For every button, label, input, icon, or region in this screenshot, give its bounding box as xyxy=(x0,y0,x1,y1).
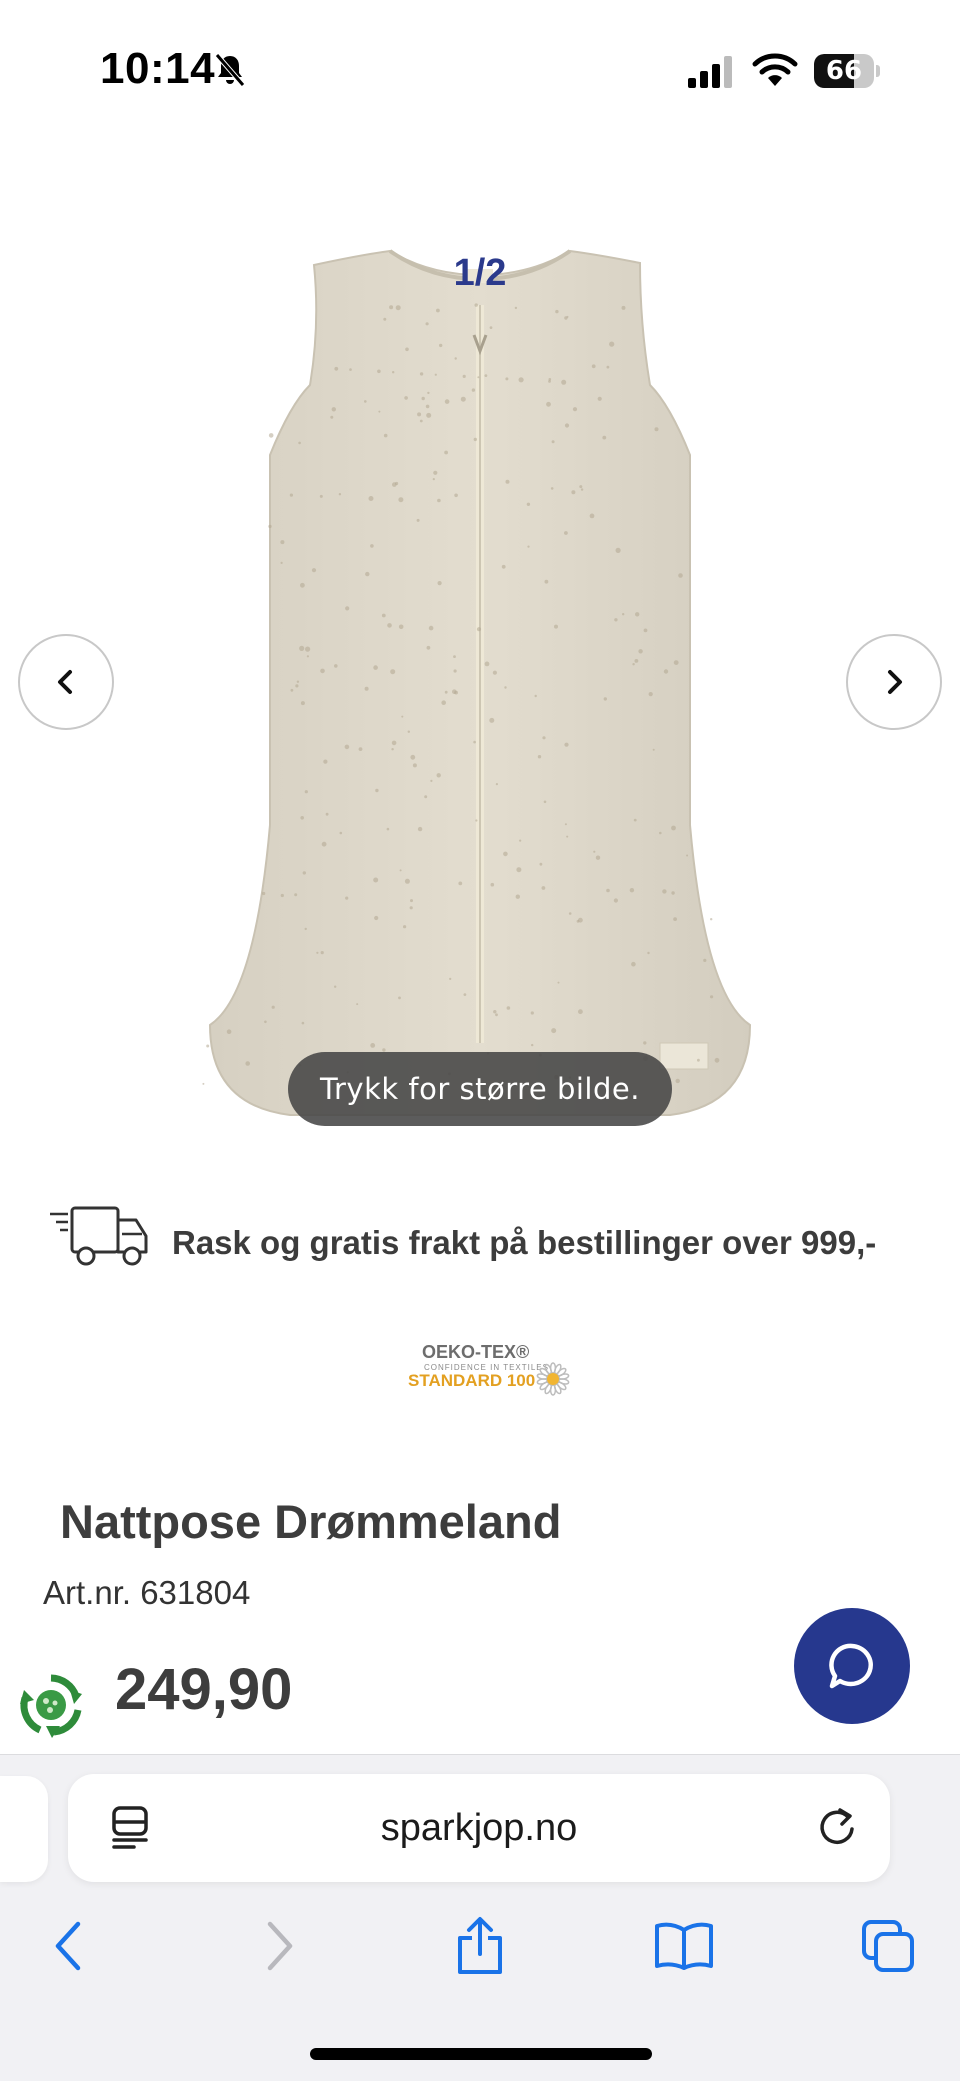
back-icon xyxy=(55,1921,81,1971)
status-time: 10:14 xyxy=(100,44,216,93)
home-indicator xyxy=(310,2048,652,2060)
tabs-button[interactable] xyxy=(856,1914,920,1978)
oeko-tex-standard: STANDARD 100 xyxy=(408,1371,536,1390)
chat-button[interactable] xyxy=(794,1608,910,1724)
back-button[interactable] xyxy=(38,1914,102,1978)
chat-bubble-icon xyxy=(829,1643,873,1689)
forward-button[interactable] xyxy=(246,1914,310,1978)
bookmarks-button[interactable] xyxy=(652,1914,716,1978)
recycle-icon xyxy=(20,1674,82,1738)
chevron-right-icon xyxy=(888,670,902,694)
wifi-icon xyxy=(752,53,798,86)
previous-image-button[interactable] xyxy=(18,634,114,730)
bell-muted-icon xyxy=(215,53,245,87)
bookmarks-icon xyxy=(655,1922,713,1970)
battery-level: 66 xyxy=(825,56,863,86)
article-number: Art.nr. 631804 xyxy=(43,1574,251,1611)
chevron-left-icon xyxy=(58,670,72,694)
image-counter: 1/2 xyxy=(453,252,507,294)
signal-icon xyxy=(688,56,732,88)
status-bar: 10:14 66 xyxy=(0,0,960,140)
reload-icon[interactable] xyxy=(814,1804,860,1850)
shipping-text: Rask og gratis frakt på bestillinger ove… xyxy=(172,1224,877,1261)
daisy-icon xyxy=(536,1362,570,1396)
share-icon xyxy=(458,1917,502,1974)
truck-icon xyxy=(50,1206,148,1266)
battery-icon: 66 xyxy=(814,54,880,88)
product-title: Nattpose Drømmeland xyxy=(60,1495,562,1548)
product-price: 249,90 xyxy=(115,1657,293,1722)
product-image[interactable] xyxy=(190,235,770,1125)
address-bar[interactable]: sparkjop.no xyxy=(68,1774,890,1882)
previous-tab-preview[interactable] xyxy=(0,1776,48,1882)
forward-icon xyxy=(267,1921,293,1971)
share-button[interactable] xyxy=(448,1914,512,1978)
oeko-tex-logo: OEKO-TEX® CONFIDENCE IN TEXTILES STANDAR… xyxy=(404,1338,572,1398)
oeko-tex-name: OEKO-TEX® xyxy=(422,1342,530,1362)
next-image-button[interactable] xyxy=(846,634,942,730)
enlarge-image-hint[interactable]: Trykk for større bilde. xyxy=(288,1052,672,1126)
shipping-info: Rask og gratis frakt på bestillinger ove… xyxy=(48,1200,948,1290)
url-text: sparkjop.no xyxy=(380,1807,578,1849)
tabs-icon xyxy=(862,1920,914,1972)
